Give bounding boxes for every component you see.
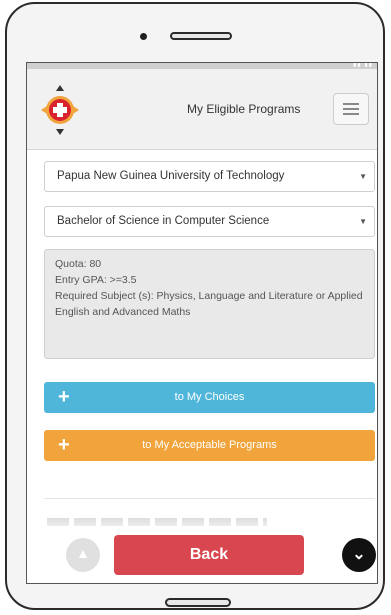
logo-icon[interactable] [39,83,81,137]
scroll-down-icon: ⌄ [352,546,366,563]
page-title: My Eligible Programs [187,102,301,116]
quota-text: Quota: 80 [55,258,102,270]
university-select[interactable]: Papua New Guinea University of Technolog… [44,161,375,192]
university-select-value: Papua New Guinea University of Technolog… [57,170,285,182]
program-select[interactable]: Bachelor of Science in Computer Science … [44,206,375,237]
app-header: My Eligible Programs [27,69,377,150]
scroll-up-button[interactable]: ▲ [66,538,100,572]
add-to-acceptable-label: to My Acceptable Programs [142,439,277,451]
back-button[interactable]: Back [114,535,304,575]
dropdown-caret-icon: ▼ [359,172,367,181]
program-info-box: Quota: 80 Entry GPA: >=3.5 Required Subj… [44,249,375,359]
add-to-acceptable-button[interactable]: + to My Acceptable Programs [44,430,375,461]
app-screen: ▮▮ ▮▮ My Eligible Programs Papua New Gui… [26,62,378,584]
status-icons: ▮▮ ▮▮ [353,62,373,68]
divider [44,498,375,499]
hamburger-menu-icon[interactable] [333,93,369,125]
scroll-up-icon: ▲ [76,545,90,561]
speaker-grille [170,32,232,40]
subjects-text: Required Subject (s): Physics, Language … [55,290,363,318]
add-to-choices-label: to My Choices [174,391,245,403]
home-button[interactable] [165,598,231,607]
phone-frame: ▮▮ ▮▮ My Eligible Programs Papua New Gui… [5,2,385,610]
program-select-value: Bachelor of Science in Computer Science [57,215,270,227]
dropdown-caret-icon: ▼ [359,217,367,226]
camera-dot [140,33,147,40]
scroll-down-button[interactable]: ⌄ [342,538,376,572]
gpa-text: Entry GPA: >=3.5 [55,274,137,286]
add-to-choices-button[interactable]: + to My Choices [44,382,375,413]
